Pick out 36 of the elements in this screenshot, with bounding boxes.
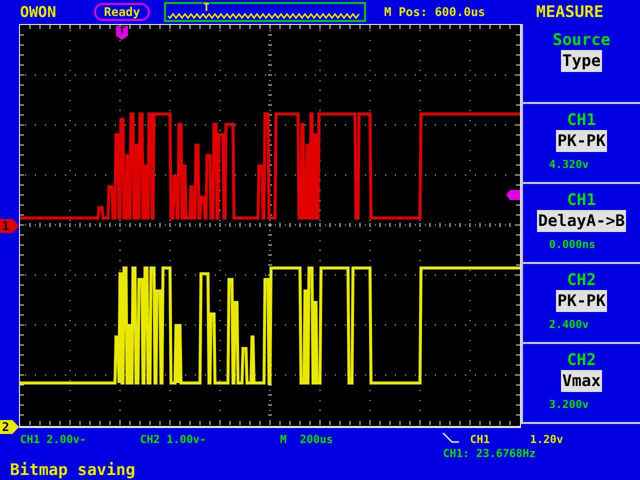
menu-item[interactable]: Source Type [521, 24, 640, 104]
status-message: Bitmap saving [10, 460, 136, 480]
position-readout: M Pos: 600.0us [384, 4, 486, 21]
channel-marker: 1 [0, 219, 19, 233]
menu-item[interactable]: CH1 PK-PK 4.320v [521, 104, 640, 184]
menu-heading: CH2 [567, 350, 596, 370]
channel-marker: 2 [0, 420, 19, 434]
status-badge: Ready [94, 3, 150, 21]
menu-title: MEASURE [536, 1, 604, 23]
menu-item[interactable]: CH2 PK-PK 2.400v [521, 264, 640, 344]
ch2-scale-readout: CH2 1.00v- [140, 432, 208, 446]
brand-logo: OWON [20, 2, 58, 23]
menu-heading: CH1 [567, 190, 596, 210]
trigger-position-mark: T [202, 3, 211, 13]
menu-heading: CH1 [567, 110, 596, 130]
menu-value: PK-PK [556, 290, 607, 312]
trigger-edge-icon [442, 432, 460, 446]
trigger-level-readout: 1.20v [530, 432, 564, 446]
menu-value: Type [561, 50, 602, 72]
frequency-readout: CH1: 23.6768Hz [443, 446, 536, 460]
menu-heading: CH2 [567, 270, 596, 290]
menu-item[interactable]: CH1 DelayA->B 0.000ns [521, 184, 640, 264]
menu-heading: Source [552, 30, 610, 50]
trigger-level-icon [506, 190, 520, 200]
measurement-reading: 4.320v [549, 157, 589, 173]
menu-value: Vmax [561, 370, 602, 392]
measurement-reading: 2.400v [549, 317, 589, 333]
timebase-readout: M 200us [280, 432, 334, 446]
menu-value: DelayA->B [537, 210, 626, 232]
menu-item[interactable]: CH2 Vmax 3.200v [521, 344, 640, 424]
trigger-source-readout: CH1 [470, 432, 491, 446]
measurement-reading: 3.200v [549, 397, 589, 413]
menu-value: PK-PK [556, 130, 607, 152]
measurement-reading: 0.000ns [549, 237, 596, 253]
ch1-scale-readout: CH1 2.00v- [20, 432, 88, 446]
trigger-marker: T [116, 26, 128, 40]
